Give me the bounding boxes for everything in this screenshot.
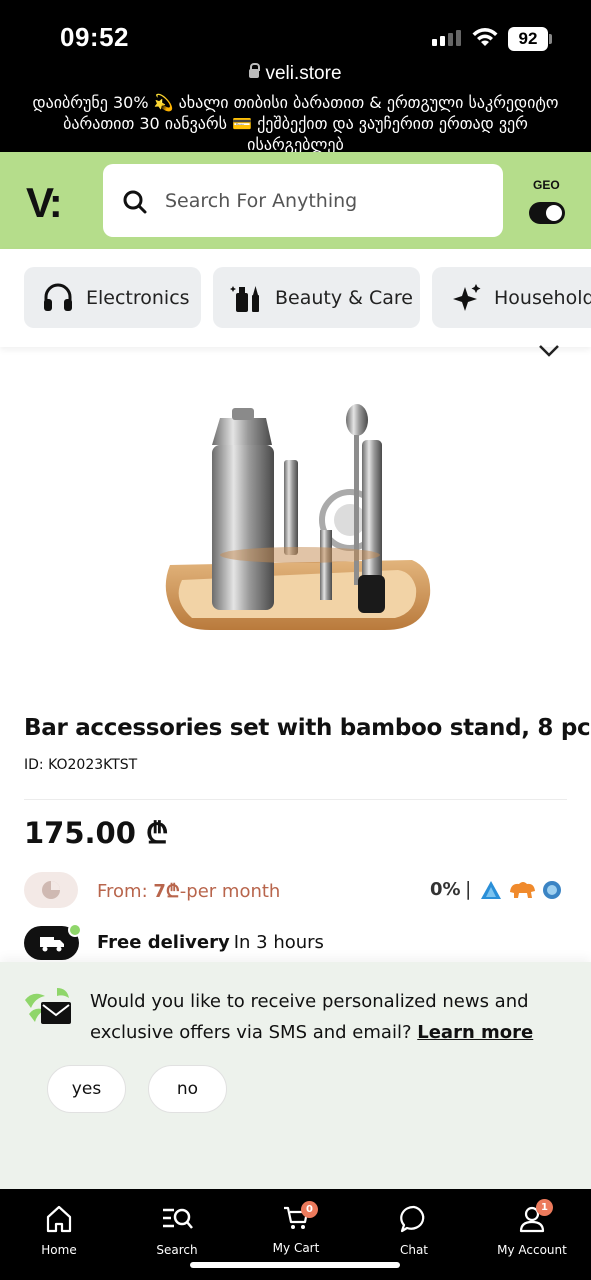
consent-no-button[interactable]: no: [148, 1065, 227, 1113]
installment-amount: 7₾: [153, 881, 180, 902]
nav-label: My Account: [497, 1243, 567, 1257]
nav-label: My Cart: [272, 1241, 320, 1255]
status-bar: 09:52 92 veli.store დაიბრუნე 30% 💫 ახალი…: [0, 0, 591, 152]
bank-logo-lion-icon: [510, 882, 535, 898]
separator: |: [465, 878, 472, 900]
nav-account[interactable]: 1 My Account: [482, 1199, 582, 1257]
delivery-label: Free delivery: [97, 932, 230, 953]
battery-tip: [549, 34, 552, 44]
site-header: V: GEO: [0, 152, 591, 249]
cosmetics-icon: [229, 280, 265, 316]
delivery-time: In 3 hours: [233, 932, 324, 953]
divider: [24, 799, 567, 800]
cellular-signal-icon: [432, 30, 461, 46]
delivery-truck-icon: [39, 937, 64, 952]
promo-banner[interactable]: დაიბრუნე 30% 💫 ახალი თიბისი ბარათით & ერ…: [20, 92, 571, 152]
installment-rate: 0%: [430, 879, 461, 900]
pie-chart-icon: [42, 881, 60, 899]
consent-message: Would you like to receive personalized n…: [90, 986, 550, 1048]
delivery-info: Free delivery In 3 hours: [97, 932, 324, 953]
chevron-down-icon[interactable]: [538, 344, 560, 358]
battery-indicator: 92: [508, 27, 548, 51]
status-dot: [68, 923, 82, 937]
product-price: 175.00 ₾: [24, 816, 169, 850]
consent-yes-button[interactable]: yes: [47, 1065, 126, 1113]
wifi-icon: [472, 28, 498, 46]
language-toggle[interactable]: [529, 202, 565, 224]
category-label: Household: [494, 286, 591, 309]
url-text: veli.store: [265, 63, 342, 84]
nav-label: Chat: [399, 1243, 429, 1257]
category-beauty-care[interactable]: Beauty & Care: [213, 267, 420, 328]
account-badge: 1: [536, 1199, 553, 1216]
home-icon: [46, 1205, 72, 1233]
nav-chat[interactable]: Chat: [364, 1201, 464, 1257]
chat-icon: [400, 1205, 425, 1233]
category-household[interactable]: Household: [432, 267, 591, 328]
nav-search[interactable]: Search: [127, 1201, 227, 1257]
status-time: 09:52: [60, 22, 129, 52]
bank-logo-globe-icon: [543, 881, 561, 899]
learn-more-link[interactable]: Learn more: [417, 1022, 533, 1043]
nav-label: Search: [156, 1243, 198, 1257]
lock-icon: [249, 63, 261, 78]
bank-logo-triangle-icon: [481, 881, 501, 899]
category-bar: Electronics Beauty & Care Household: [0, 249, 591, 347]
nav-home[interactable]: Home: [9, 1201, 109, 1257]
url-bar[interactable]: veli.store: [0, 63, 591, 85]
sparkles-icon: [448, 280, 484, 316]
product-image[interactable]: [150, 390, 440, 640]
search-list-icon: [163, 1208, 193, 1229]
category-electronics[interactable]: Electronics: [24, 267, 201, 328]
site-logo[interactable]: V:: [26, 179, 63, 227]
nav-label: Home: [41, 1243, 77, 1257]
language-label: GEO: [533, 178, 560, 192]
search-input[interactable]: [165, 184, 485, 218]
search-icon: [123, 190, 147, 214]
headphones-icon: [40, 280, 76, 316]
cart-badge: 0: [301, 1201, 318, 1218]
installment-badge[interactable]: [24, 872, 78, 908]
marketing-consent-panel: Would you like to receive personalized n…: [0, 962, 591, 1189]
category-label: Electronics: [86, 286, 190, 309]
home-indicator: [190, 1262, 400, 1268]
product-title: Bar accessories set with bamboo stand, 8…: [24, 715, 591, 741]
installment-text[interactable]: From: 7₾-per month: [97, 879, 280, 903]
product-id: ID: KO2023KTST: [24, 757, 138, 773]
envelope-icon: [25, 988, 71, 1024]
search-box[interactable]: [103, 164, 503, 237]
category-label: Beauty & Care: [275, 286, 413, 309]
installment-suffix: -per month: [179, 881, 281, 902]
installment-prefix: From:: [97, 881, 154, 902]
nav-cart[interactable]: 0 My Cart: [246, 1199, 346, 1255]
